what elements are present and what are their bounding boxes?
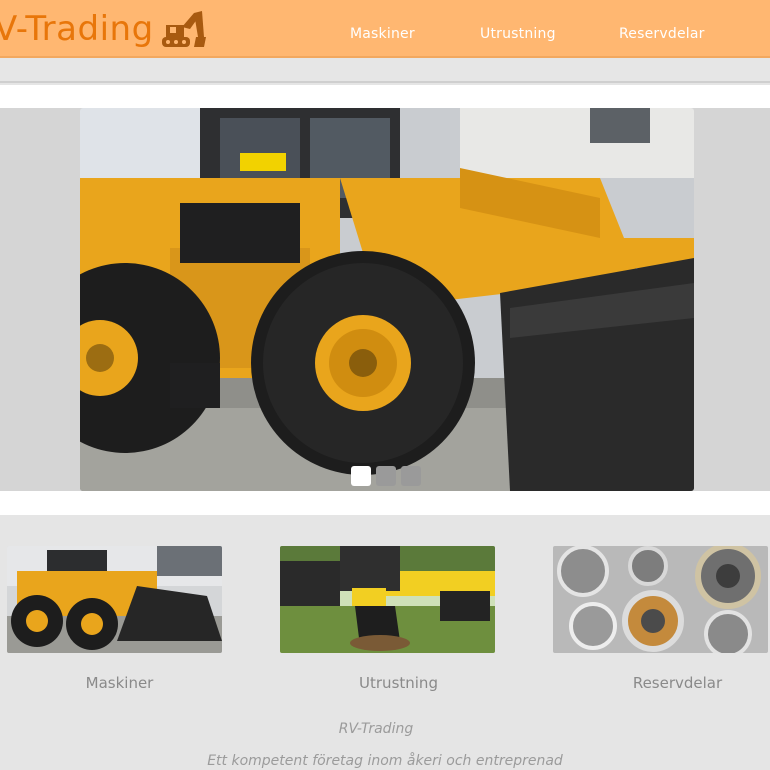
gears-thumbnail — [553, 546, 768, 653]
logo[interactable]: V-Trading — [0, 4, 206, 54]
slider-dot-1[interactable] — [351, 466, 371, 486]
nav-reservdelar[interactable]: Reservdelar — [619, 26, 705, 42]
sub-bar — [0, 58, 770, 83]
excavator-icon — [161, 11, 206, 47]
slider-image[interactable] — [80, 108, 694, 491]
slider-dot-2[interactable] — [376, 466, 396, 486]
slider-dots — [351, 466, 421, 486]
nav-utrustning[interactable]: Utrustning — [480, 26, 556, 42]
wheel-loader-thumbnail — [7, 546, 222, 653]
nav-maskiner[interactable]: Maskiner — [350, 26, 415, 42]
wheel-loader-illustration — [80, 108, 694, 491]
category-cards: Maskiner Utrustning Reservdelar — [0, 546, 770, 696]
footer-subtitle: Ett kompetent företag inom åkeri och ent… — [207, 753, 563, 769]
card-image-reservdelar[interactable] — [553, 546, 768, 653]
card-label-utrustning[interactable]: Utrustning — [291, 674, 506, 692]
logo-text: V-Trading — [0, 9, 154, 49]
card-label-maskiner[interactable]: Maskiner — [12, 674, 227, 692]
excavator-attachment-thumbnail — [280, 546, 495, 653]
slider-dot-3[interactable] — [401, 466, 421, 486]
card-label-reservdelar[interactable]: Reservdelar — [570, 674, 770, 692]
card-image-maskiner[interactable] — [7, 546, 222, 653]
site-header: V-Trading Maskiner Utrustning Reservdela… — [0, 0, 770, 58]
card-image-utrustning[interactable] — [280, 546, 495, 653]
footer-title: RV-Trading — [338, 721, 414, 737]
